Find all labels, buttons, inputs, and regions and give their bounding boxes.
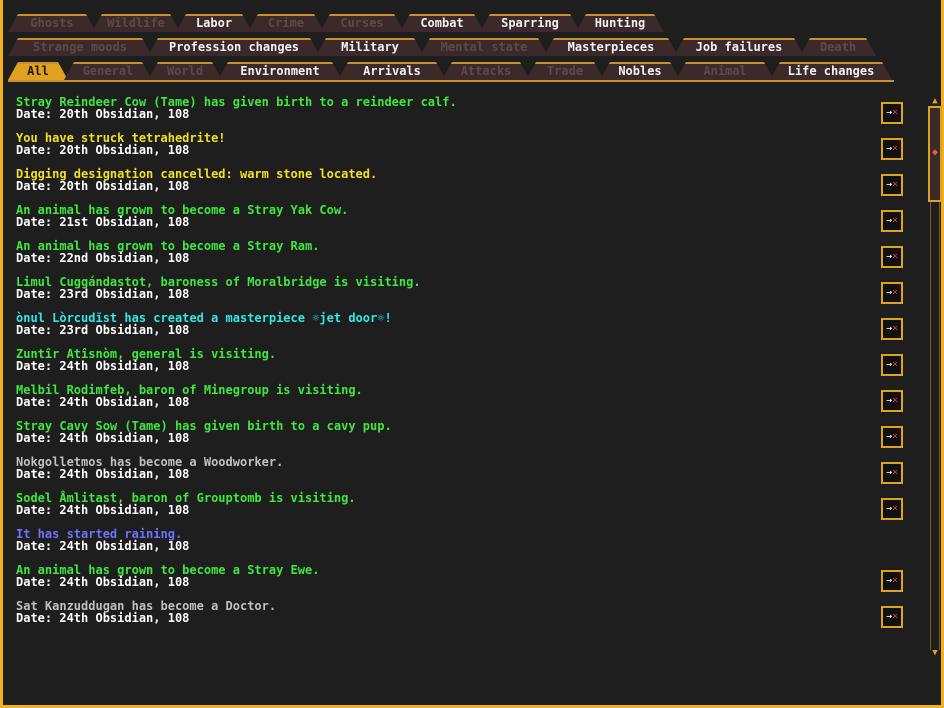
announcement-entry: Limul Cuggándastot, baroness of Moralbri…	[16, 276, 903, 312]
tab-nobles[interactable]: Nobles	[600, 62, 680, 80]
announcement-log: Stray Reindeer Cow (Tame) has given birt…	[16, 96, 903, 636]
announcement-date: Date: 24th Obsidian, 108	[16, 539, 190, 553]
announcement-date: Date: 21st Obsidian, 108	[16, 215, 190, 229]
tab-all[interactable]: All	[8, 62, 68, 80]
zoom-to-location-icon[interactable]: →×	[881, 498, 903, 520]
announcement-entry: Stray Cavy Sow (Tame) has given birth to…	[16, 420, 903, 456]
tab-crime[interactable]: Crime	[248, 14, 324, 32]
tab-ghosts[interactable]: Ghosts	[8, 14, 96, 32]
announcement-entry: An animal has grown to become a Stray Ew…	[16, 564, 903, 600]
zoom-to-location-icon[interactable]: →×	[881, 606, 903, 628]
announcement-entry: Melbil Rodimfeb, baron of Minegroup is v…	[16, 384, 903, 420]
zoom-to-location-icon[interactable]: →×	[881, 570, 903, 592]
announcement-date: Date: 20th Obsidian, 108	[16, 179, 190, 193]
zoom-to-location-icon[interactable]: →×	[881, 246, 903, 268]
zoom-to-location-icon[interactable]: →×	[881, 210, 903, 232]
tab-death[interactable]: Death	[800, 38, 876, 56]
announcement-entry: An animal has grown to become a Stray Ya…	[16, 204, 903, 240]
zoom-to-location-icon[interactable]: →×	[881, 102, 903, 124]
announcement-date: Date: 24th Obsidian, 108	[16, 575, 190, 589]
announcement-entry: ònul Lòrcudïst has created a masterpiece…	[16, 312, 903, 348]
tab-row-3: All General World Environment Arrivals Attack…	[8, 62, 888, 80]
tab-job-failures[interactable]: Job failures	[674, 38, 804, 56]
scroll-up-icon[interactable]: ▲	[929, 96, 941, 106]
announcement-date: Date: 24th Obsidian, 108	[16, 431, 190, 445]
announcement-entry: It has started raining. Date: 24th Obsidi…	[16, 528, 876, 564]
announcement-date: Date: 20th Obsidian, 108	[16, 107, 190, 121]
tab-wildlife[interactable]: Wildlife	[92, 14, 180, 32]
announcement-date: Date: 22nd Obsidian, 108	[16, 251, 190, 265]
announcement-date: Date: 24th Obsidian, 108	[16, 359, 190, 373]
announcement-date: Date: 23rd Obsidian, 108	[16, 323, 190, 337]
tab-trade[interactable]: Trade	[526, 62, 604, 80]
announcement-entry: Digging designation cancelled: warm ston…	[16, 168, 903, 204]
announcement-date: Date: 24th Obsidian, 108	[16, 467, 190, 481]
zoom-to-location-icon[interactable]: →×	[881, 426, 903, 448]
tab-world[interactable]: World	[148, 62, 222, 80]
zoom-to-location-icon[interactable]: →×	[881, 174, 903, 196]
zoom-to-location-icon[interactable]: →×	[881, 390, 903, 412]
tab-row-2: Strange moods Profession changes Military M…	[8, 38, 872, 56]
zoom-to-location-icon[interactable]: →×	[881, 462, 903, 484]
scrollbar[interactable]: ▲ ◆ ▼	[928, 96, 942, 658]
announcement-date: Date: 24th Obsidian, 108	[16, 611, 190, 625]
announcement-entry: An animal has grown to become a Stray Ra…	[16, 240, 903, 276]
tab-labor[interactable]: Labor	[176, 14, 252, 32]
tab-hunting[interactable]: Hunting	[576, 14, 664, 32]
tab-animal[interactable]: Animal	[676, 62, 774, 80]
announcement-entry: Zuntîr Atîsnòm, general is visiting. Date…	[16, 348, 903, 384]
tab-military[interactable]: Military	[316, 38, 424, 56]
announcement-entry: Nokgolletmos has become a Woodworker. Dat…	[16, 456, 903, 492]
announcement-date: Date: 24th Obsidian, 108	[16, 503, 190, 517]
tab-profession-changes[interactable]: Profession changes	[148, 38, 320, 56]
zoom-to-location-icon[interactable]: →×	[881, 354, 903, 376]
tab-strange-moods[interactable]: Strange moods	[8, 38, 152, 56]
announcement-entry: Sat Kanzuddugan has become a Doctor. Date…	[16, 600, 903, 636]
announcement-entry: Sodel Åmlitast, baron of Grouptomb is vi…	[16, 492, 903, 528]
scroll-down-icon[interactable]: ▼	[929, 648, 941, 658]
tab-combat[interactable]: Combat	[400, 14, 484, 32]
tab-mental-state[interactable]: Mental state	[420, 38, 548, 56]
tab-masterpieces[interactable]: Masterpieces	[544, 38, 678, 56]
announcement-date: Date: 20th Obsidian, 108	[16, 143, 190, 157]
zoom-to-location-icon[interactable]: →×	[881, 282, 903, 304]
tab-life-changes[interactable]: Life changes	[770, 62, 892, 80]
tab-sparring[interactable]: Sparring	[480, 14, 580, 32]
announcement-date: Date: 24th Obsidian, 108	[16, 395, 190, 409]
tab-general[interactable]: General	[64, 62, 152, 80]
announcement-date: Date: 23rd Obsidian, 108	[16, 287, 190, 301]
announcement-entry: Stray Reindeer Cow (Tame) has given birt…	[16, 96, 903, 132]
tab-bar-divider	[8, 80, 894, 82]
announcement-entry: You have struck tetrahedrite! Date: 20th …	[16, 132, 903, 168]
tab-arrivals[interactable]: Arrivals	[338, 62, 446, 80]
scroll-position-icon: ◆	[931, 147, 939, 158]
tab-environment[interactable]: Environment	[218, 62, 342, 80]
tab-row-1: Ghosts Wildlife Labor Crime Curses Combat Spar…	[8, 14, 660, 32]
tab-attacks[interactable]: Attacks	[442, 62, 530, 80]
tab-curses[interactable]: Curses	[320, 14, 404, 32]
zoom-to-location-icon[interactable]: →×	[881, 138, 903, 160]
zoom-to-location-icon[interactable]: →×	[881, 318, 903, 340]
